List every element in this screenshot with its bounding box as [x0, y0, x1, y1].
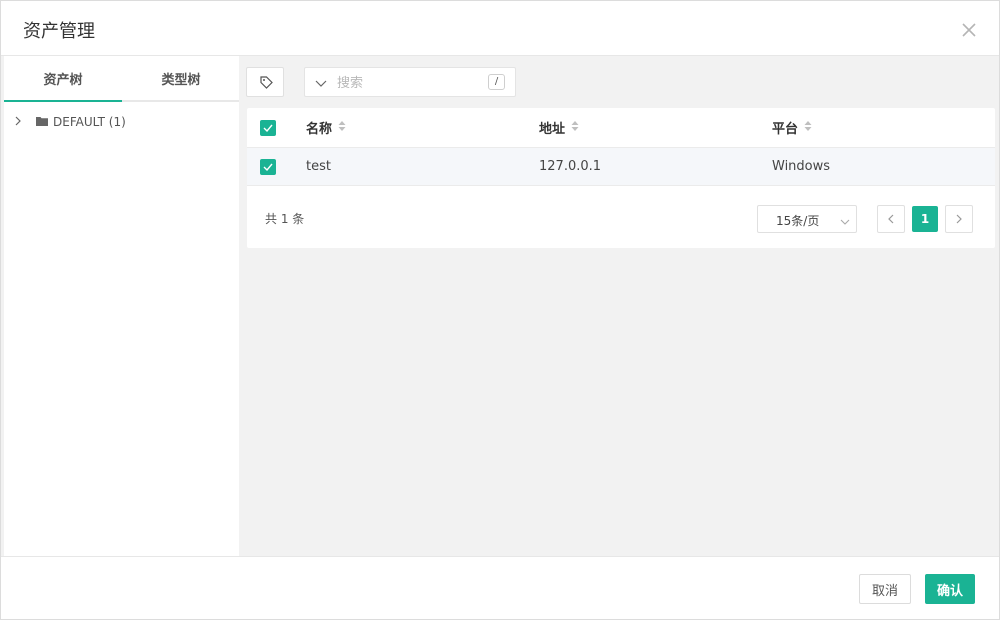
cell-address: 127.0.0.1 [539, 159, 602, 174]
tree-panel: 资产树 类型树 DEFAULT (1) [4, 56, 239, 556]
cell-name: test [306, 159, 331, 174]
chevron-down-icon [840, 215, 850, 230]
folder-icon [36, 115, 48, 129]
column-header-name[interactable]: 名称 [306, 108, 346, 147]
close-icon[interactable] [961, 22, 977, 38]
sort-icon[interactable] [338, 120, 346, 136]
search-input[interactable] [337, 72, 482, 94]
column-header-platform[interactable]: 平台 [772, 108, 812, 147]
next-page-button[interactable] [945, 205, 973, 233]
dialog-footer: 取消 确认 [1, 556, 999, 619]
page-size-label: 15条/页 [776, 214, 820, 228]
dialog-header: 资产管理 [1, 1, 999, 56]
confirm-button[interactable]: 确认 [925, 574, 975, 604]
table-row[interactable]: test 127.0.0.1 Windows [247, 148, 995, 186]
dialog-body: 资产树 类型树 DEFAULT (1) 搜索 / 名称 地址 平台 test 1… [1, 56, 999, 556]
sort-icon[interactable] [571, 120, 579, 136]
tree-node-label[interactable]: DEFAULT (1) [53, 115, 126, 129]
page-number-current[interactable]: 1 [912, 206, 938, 232]
search-shortcut-key: / [488, 74, 505, 90]
asset-management-dialog: 资产管理 资产树 类型树 DEFAULT (1) 搜索 / 名称 地址 平台 t… [0, 0, 1000, 620]
prev-page-button[interactable] [877, 205, 905, 233]
chevron-down-icon[interactable] [315, 77, 327, 92]
row-checkbox[interactable] [260, 158, 276, 175]
chevron-right-icon[interactable] [14, 115, 26, 129]
total-count: 共 1 条 [265, 212, 305, 226]
tab-asset-tree[interactable]: 资产树 [4, 56, 122, 102]
pagination-bar: 共 1 条 15条/页 1 [247, 186, 995, 248]
table-header: 名称 地址 平台 [247, 108, 995, 148]
select-all-checkbox[interactable] [260, 119, 276, 136]
search-box[interactable] [304, 67, 516, 97]
tree-node-default[interactable]: DEFAULT (1) [14, 114, 126, 130]
asset-table: 名称 地址 平台 test 127.0.0.1 Windows 共 1 条 15… [247, 108, 995, 248]
dialog-title: 资产管理 [23, 21, 95, 42]
sort-icon[interactable] [804, 120, 812, 136]
cancel-button[interactable]: 取消 [859, 574, 911, 604]
page-size-select[interactable]: 15条/页 [757, 205, 857, 233]
column-name-label: 名称 [306, 122, 333, 137]
row-checkbox-cell [260, 148, 276, 185]
tab-type-tree[interactable]: 类型树 [122, 56, 240, 102]
cell-platform: Windows [772, 159, 831, 174]
column-header-address[interactable]: 地址 [539, 108, 579, 147]
tree-tabs: 资产树 类型树 [4, 56, 239, 102]
chevron-left-icon [888, 214, 894, 224]
column-address-label: 地址 [539, 122, 566, 137]
chevron-right-icon [956, 214, 962, 224]
tag-filter-button[interactable] [246, 67, 284, 97]
column-platform-label: 平台 [772, 122, 799, 137]
tag-icon [260, 76, 273, 89]
header-checkbox-cell [260, 108, 276, 147]
